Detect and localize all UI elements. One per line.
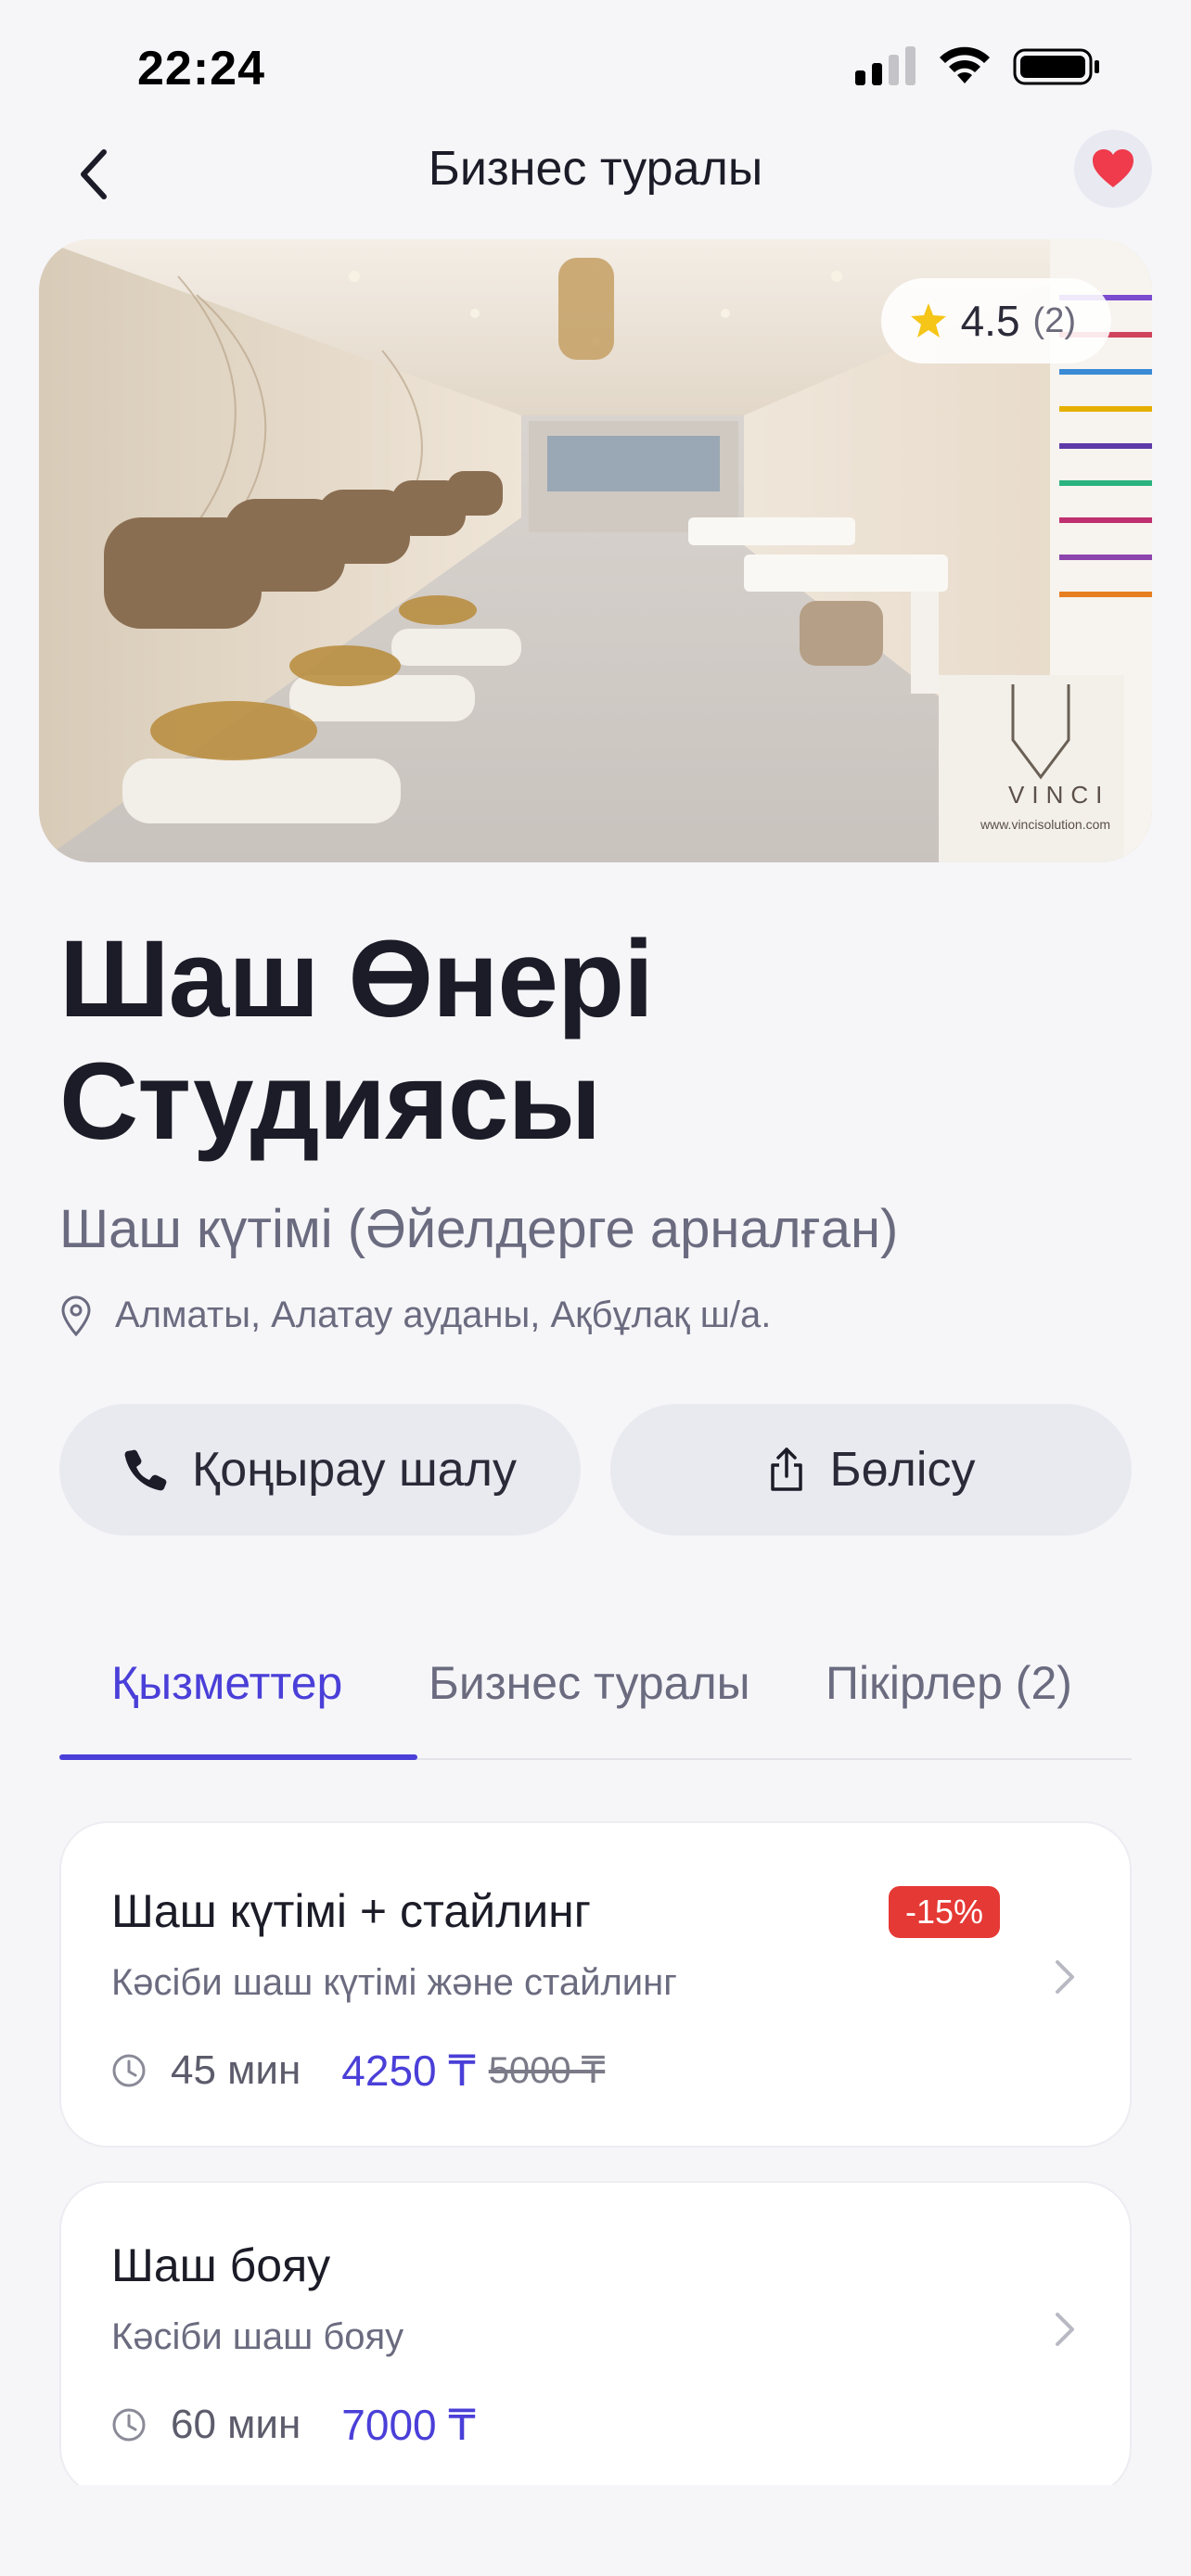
chevron-right-icon bbox=[1056, 1960, 1074, 1994]
address-row[interactable]: Алматы, Алатау ауданы, Ақбұлақ ш/а. bbox=[59, 1294, 771, 1336]
service-card[interactable]: Шаш күтімі + стайлинг -15% Кәсіби шаш кү… bbox=[59, 1821, 1132, 2148]
service-name: Шаш бояу bbox=[111, 2239, 331, 2291]
rating-value: 4.5 bbox=[960, 297, 1020, 345]
service-duration: 60 мин bbox=[171, 2402, 301, 2447]
service-name: Шаш күтімі + стайлинг bbox=[111, 1885, 592, 1937]
nav-bar: Бизнес туралы bbox=[0, 130, 1191, 213]
clock-icon bbox=[112, 2408, 146, 2442]
chevron-right-icon bbox=[1056, 2313, 1074, 2346]
status-time: 22:24 bbox=[137, 42, 265, 96]
status-bar: 22:24 bbox=[0, 0, 1191, 139]
business-photo[interactable]: VINCI www.vincisolution.com 4.5 (2) bbox=[39, 239, 1152, 862]
tab-about[interactable]: Бизнес туралы bbox=[429, 1656, 750, 1710]
tab-reviews[interactable]: Пікірлер (2) bbox=[826, 1656, 1072, 1710]
service-description: Кәсіби шаш бояу bbox=[111, 2316, 404, 2357]
service-description: Кәсіби шаш күтімі және стайлинг bbox=[111, 1962, 677, 2003]
battery-icon bbox=[1013, 48, 1099, 85]
service-meta: 60 мин 7000 ₸ bbox=[111, 2400, 476, 2450]
bottom-area bbox=[0, 2485, 1191, 2576]
service-old-price: 5000 ₸ bbox=[488, 2050, 606, 2091]
hero-watermark-site: www.vincisolution.com bbox=[980, 817, 1110, 832]
nav-title: Бизнес туралы bbox=[428, 142, 763, 196]
discount-badge: -15% bbox=[889, 1886, 1001, 1938]
star-icon bbox=[910, 303, 946, 338]
share-icon bbox=[770, 1447, 802, 1491]
cellular-signal-icon bbox=[855, 46, 916, 85]
share-button[interactable]: Бөлісу bbox=[610, 1404, 1132, 1536]
rating-badge[interactable]: 4.5 (2) bbox=[880, 278, 1111, 363]
tab-services[interactable]: Қызметтер bbox=[111, 1656, 342, 1710]
service-duration: 45 мин bbox=[171, 2047, 301, 2093]
status-icons bbox=[855, 46, 1102, 87]
tab-active-indicator bbox=[59, 1754, 417, 1760]
phone-icon bbox=[124, 1449, 167, 1491]
heart-icon bbox=[1093, 149, 1133, 187]
rating-count: (2) bbox=[1032, 300, 1076, 340]
service-meta: 45 мин 4250 ₸ 5000 ₸ bbox=[111, 2046, 605, 2096]
clock-icon bbox=[112, 2054, 146, 2087]
location-pin-icon bbox=[61, 1295, 91, 1336]
wifi-icon bbox=[940, 46, 990, 83]
share-button-label: Бөлісу bbox=[829, 1443, 976, 1497]
hero-watermark-brand: VINCI bbox=[1008, 781, 1109, 809]
business-title: Шаш Өнері Студиясы bbox=[59, 918, 654, 1163]
call-button-label: Қоңырау шалу bbox=[192, 1443, 517, 1497]
business-address: Алматы, Алатау ауданы, Ақбұлақ ш/а. bbox=[115, 1294, 772, 1335]
service-card[interactable]: Шаш бояу Кәсіби шаш бояу 60 мин 7000 ₸ bbox=[59, 2181, 1132, 2496]
service-price: 4250 ₸ bbox=[341, 2047, 476, 2095]
business-category: Шаш күтімі (Әйелдерге арналған) bbox=[59, 1199, 899, 1259]
tab-bar: Қызметтер Бизнес туралы Пікірлер (2) bbox=[59, 1632, 1132, 1760]
service-price: 7000 ₸ bbox=[341, 2401, 476, 2449]
call-button[interactable]: Қоңырау шалу bbox=[59, 1404, 581, 1536]
favorite-button[interactable] bbox=[1074, 130, 1152, 208]
